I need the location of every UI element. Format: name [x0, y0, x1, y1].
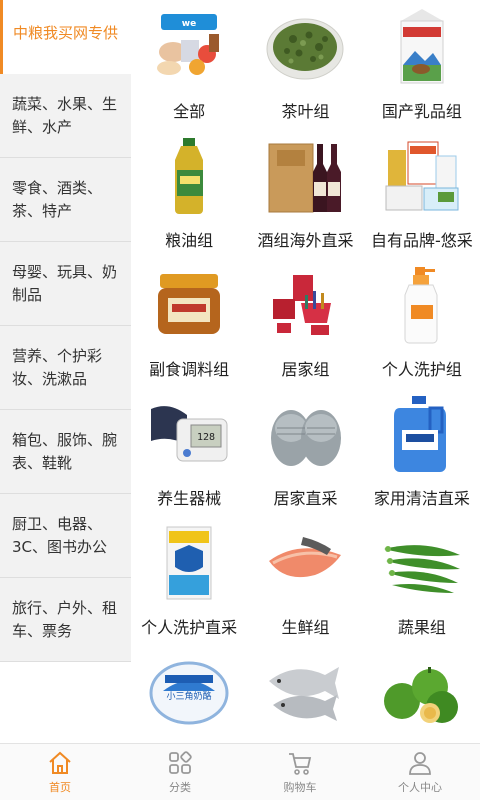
tab-label: 分类	[169, 781, 191, 794]
sidebar-item-snacks[interactable]: 零食、酒类、茶、特产	[0, 158, 131, 242]
category-label: 生鲜组	[281, 618, 330, 637]
category-vegetables[interactable]: 蔬果组	[364, 516, 480, 645]
category-own-brand[interactable]: 自有品牌-悠采	[364, 129, 480, 258]
tab-cart[interactable]: 购物车	[240, 744, 360, 800]
assorted-products-icon: we	[146, 6, 232, 88]
category-cleaning[interactable]: 家用清洁直采	[364, 387, 480, 516]
wine-box-icon	[262, 135, 348, 217]
svg-text:we: we	[182, 19, 196, 29]
category-fresh[interactable]: 生鲜组	[247, 516, 363, 645]
cart-icon	[289, 753, 312, 775]
bottom-tab-bar: 首页 分类 购物车 个人中心	[0, 743, 480, 800]
tab-label: 购物车	[283, 781, 317, 794]
category-condiments[interactable]: 副食调料组	[131, 258, 247, 387]
category-label: 个人洗护直采	[141, 618, 238, 637]
category-label: 茶叶组	[281, 102, 330, 121]
blood-pressure-monitor-icon: 128	[146, 393, 232, 475]
oil-bottle-icon	[146, 135, 232, 217]
category-item[interactable]	[364, 645, 480, 743]
category-sidebar: 中粮我买网专供 蔬菜、水果、生鲜、水产 零食、酒类、茶、特产 母婴、玩具、奶制品…	[0, 0, 131, 743]
category-label: 养生器械	[157, 489, 222, 508]
tab-profile[interactable]: 个人中心	[360, 744, 480, 800]
category-content: we 全部 茶叶组 国产乳品组 粮油组 酒组海外直采 自有品牌-悠采 副食调料组…	[131, 0, 480, 743]
sidebar-item-appliances[interactable]: 厨卫、电器、3C、图书办公	[0, 494, 131, 578]
sidebar-item-label: 零食、酒类、茶、特产	[12, 178, 103, 220]
category-label: 居家直采	[273, 489, 338, 508]
category-label: 国产乳品组	[381, 102, 462, 121]
category-dairy[interactable]: 国产乳品组	[364, 0, 480, 129]
category-personal-care-direct[interactable]: 个人洗护直采	[131, 516, 247, 645]
sidebar-item-baby[interactable]: 母婴、玩具、奶制品	[0, 242, 131, 326]
category-label: 个人洗护组	[381, 360, 462, 379]
category-item[interactable]	[247, 645, 363, 743]
lime-icon	[379, 651, 465, 733]
sidebar-item-label: 营养、个护彩妆、洗漱品	[12, 346, 103, 388]
category-label: 全部	[173, 102, 206, 121]
tab-label: 个人中心	[398, 781, 442, 794]
sidebar-item-zhongliang[interactable]: 中粮我买网专供	[0, 0, 131, 74]
category-label: 居家组	[281, 360, 330, 379]
tea-leaves-icon	[262, 6, 348, 88]
svg-text:小三角奶酪: 小三角奶酪	[167, 690, 212, 702]
sidebar-item-label: 旅行、户外、租车、票务	[12, 598, 118, 640]
soap-box-icon	[146, 522, 232, 604]
category-label: 蔬果组	[397, 618, 446, 637]
sidebar-item-nutrition[interactable]: 营养、个护彩妆、洗漱品	[0, 326, 131, 410]
sidebar-item-bags[interactable]: 箱包、服饰、腕表、鞋靴	[0, 410, 131, 494]
category-label: 副食调料组	[149, 360, 230, 379]
category-tea[interactable]: 茶叶组	[247, 0, 363, 129]
dairy-tub-icon: 小三角奶酪	[146, 651, 232, 733]
category-label: 自有品牌-悠采	[370, 231, 473, 250]
category-label: 家用清洁直采	[373, 489, 470, 508]
sidebar-item-label: 母婴、玩具、奶制品	[12, 262, 118, 304]
tab-label: 首页	[49, 781, 71, 794]
tab-category[interactable]: 分类	[120, 744, 240, 800]
slippers-icon	[262, 393, 348, 475]
sidebar-item-travel[interactable]: 旅行、户外、租车、票务	[0, 578, 131, 662]
category-wine[interactable]: 酒组海外直采	[247, 129, 363, 258]
home-icon	[49, 751, 71, 774]
category-label: 粮油组	[165, 231, 214, 250]
user-icon	[409, 752, 431, 775]
category-home-direct[interactable]: 居家直采	[247, 387, 363, 516]
shampoo-bottle-icon	[379, 264, 465, 346]
category-item[interactable]: 小三角奶酪	[131, 645, 247, 743]
sidebar-item-label: 箱包、服饰、腕表、鞋靴	[12, 430, 118, 472]
svg-text:128: 128	[197, 432, 215, 443]
milk-carton-icon	[379, 6, 465, 88]
category-all[interactable]: we 全部	[131, 0, 247, 129]
category-health-devices[interactable]: 128 养生器械	[131, 387, 247, 516]
sauce-jar-icon	[146, 264, 232, 346]
sidebar-item-fresh[interactable]: 蔬菜、水果、生鲜、水产	[0, 74, 131, 158]
category-personal-care[interactable]: 个人洗护组	[364, 258, 480, 387]
sidebar-item-label: 中粮我买网专供	[13, 24, 119, 42]
sidebar-item-label: 蔬菜、水果、生鲜、水产	[12, 94, 118, 136]
own-brand-products-icon	[379, 135, 465, 217]
sidebar-item-label: 厨卫、电器、3C、图书办公	[12, 514, 108, 556]
tab-home[interactable]: 首页	[0, 744, 120, 800]
salmon-icon	[262, 522, 348, 604]
okra-icon	[379, 522, 465, 604]
category-label: 酒组海外直采	[257, 231, 354, 250]
category-icon	[169, 751, 192, 774]
category-household[interactable]: 居家组	[247, 258, 363, 387]
fish-icon	[262, 651, 348, 733]
household-set-icon	[262, 264, 348, 346]
category-grain-oil[interactable]: 粮油组	[131, 129, 247, 258]
detergent-bottle-icon	[379, 393, 465, 475]
